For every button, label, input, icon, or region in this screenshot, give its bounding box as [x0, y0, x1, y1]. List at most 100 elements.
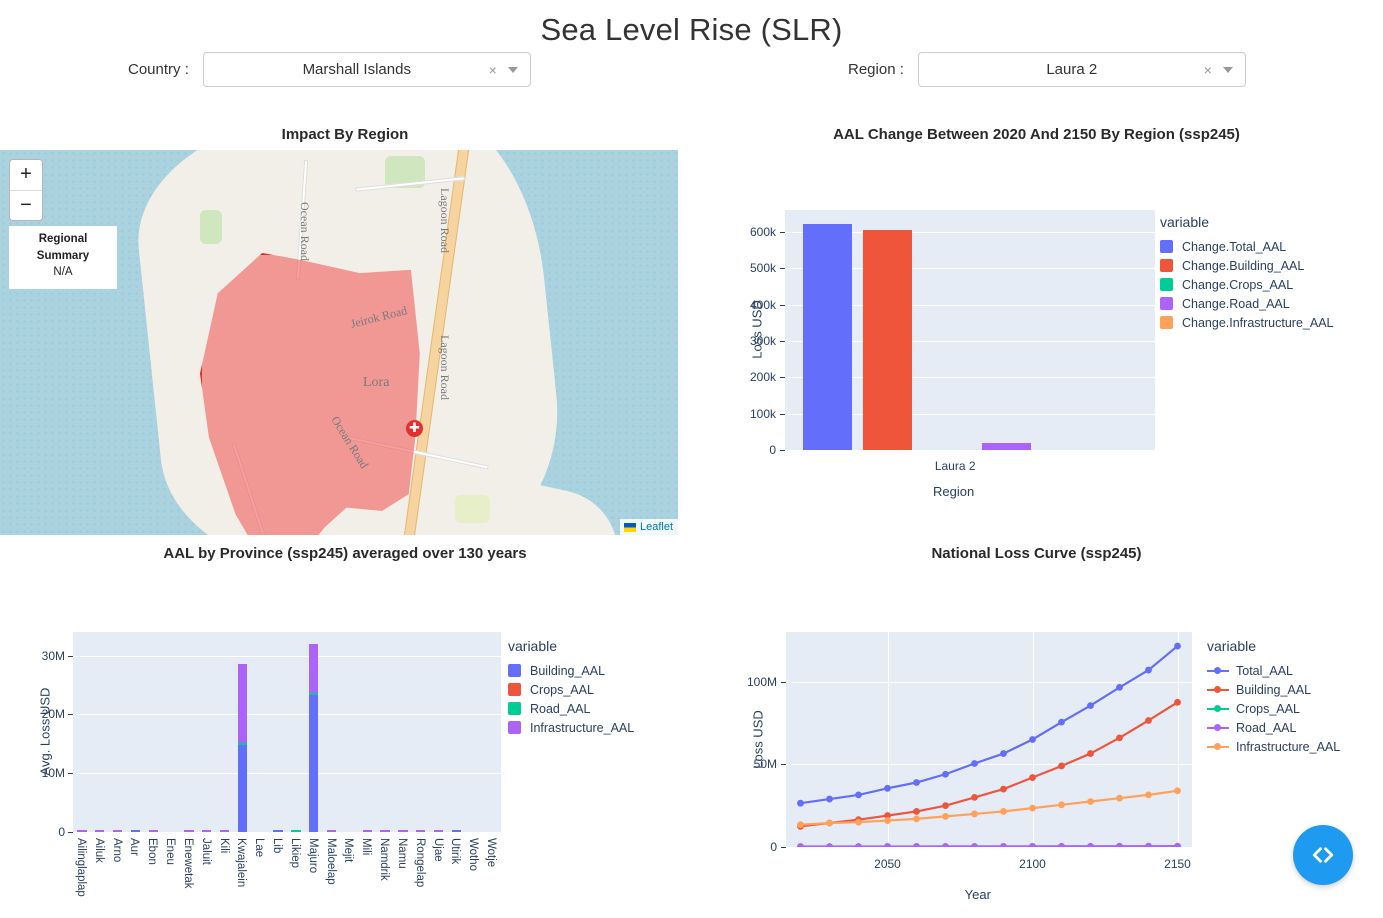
data-point[interactable] [1145, 717, 1152, 724]
legend-item[interactable]: Building_AAL [508, 661, 634, 680]
bar-segment[interactable] [219, 830, 230, 832]
data-point[interactable] [884, 817, 891, 824]
region-clear-icon[interactable]: × [1199, 63, 1217, 77]
data-point[interactable] [826, 843, 833, 847]
data-point[interactable] [1116, 684, 1123, 691]
data-point[interactable] [1087, 750, 1094, 757]
bar-segment[interactable] [184, 830, 194, 832]
data-point[interactable] [826, 819, 833, 827]
legend-item[interactable]: Crops_AAL [508, 680, 634, 699]
legend-item[interactable]: Change.Road_AAL [1160, 294, 1333, 313]
bar-segment[interactable] [291, 830, 301, 832]
data-point[interactable] [971, 760, 978, 767]
data-point[interactable] [913, 808, 920, 815]
data-point[interactable] [942, 770, 949, 778]
data-point[interactable] [1174, 698, 1181, 706]
data-point[interactable] [1000, 842, 1007, 847]
legend-item[interactable]: Road_AAL [1207, 718, 1340, 737]
data-point[interactable] [1145, 666, 1152, 674]
bar-segment[interactable] [130, 830, 141, 832]
legend-item[interactable]: Change.Building_AAL [1160, 256, 1333, 275]
leaflet-link[interactable]: Leaflet [640, 521, 673, 533]
data-point[interactable] [884, 843, 891, 847]
zoom-out-button[interactable]: − [10, 190, 42, 220]
data-point[interactable] [1029, 736, 1036, 743]
bar-segment[interactable] [309, 692, 319, 695]
bar[interactable] [982, 443, 1031, 450]
data-point[interactable] [1000, 785, 1007, 793]
data-point[interactable] [884, 784, 891, 792]
data-point[interactable] [971, 842, 978, 847]
bar-segment[interactable] [326, 830, 337, 832]
data-point[interactable] [1058, 842, 1065, 847]
bar-segment[interactable] [416, 830, 426, 832]
bar[interactable] [862, 230, 912, 450]
bar-segment[interactable] [112, 830, 123, 832]
data-point[interactable] [913, 779, 920, 786]
data-point[interactable] [1029, 774, 1036, 781]
bar-segment[interactable] [237, 744, 248, 832]
data-point[interactable] [855, 818, 862, 826]
bar-segment[interactable] [380, 830, 390, 832]
data-point[interactable] [1029, 804, 1036, 812]
selected-region-polygon[interactable] [200, 253, 420, 535]
data-point[interactable] [1174, 642, 1181, 650]
bar[interactable] [803, 223, 852, 450]
data-point[interactable] [797, 843, 804, 847]
bar-segment[interactable] [237, 664, 248, 744]
data-point[interactable] [1145, 842, 1152, 847]
data-point[interactable] [1116, 842, 1123, 847]
legend-item[interactable]: Change.Total_AAL [1160, 237, 1333, 256]
code-icon-button[interactable] [1293, 825, 1353, 885]
chevron-down-icon[interactable] [507, 66, 518, 73]
bar-segment[interactable] [202, 830, 212, 832]
data-point[interactable] [855, 843, 862, 847]
line-series[interactable] [800, 701, 1179, 828]
bar-segment[interactable] [362, 830, 372, 832]
chevron-down-icon[interactable] [1222, 66, 1233, 73]
bar-segment[interactable] [309, 694, 319, 832]
data-point[interactable] [1145, 791, 1152, 799]
legend-item[interactable]: Crops_AAL [1207, 699, 1340, 718]
data-point[interactable] [1087, 702, 1094, 709]
data-point[interactable] [1116, 794, 1123, 802]
country-clear-icon[interactable]: × [484, 63, 502, 77]
legend-item[interactable]: Road_AAL [508, 699, 634, 718]
data-point[interactable] [1029, 842, 1036, 847]
data-point[interactable] [942, 813, 949, 820]
data-point[interactable] [913, 815, 920, 823]
legend-item[interactable]: Change.Infrastructure_AAL [1160, 313, 1333, 332]
data-point[interactable] [942, 802, 949, 810]
data-point[interactable] [1000, 808, 1007, 815]
map-zoom-controls[interactable]: + − [9, 159, 43, 221]
data-point[interactable] [1058, 762, 1065, 770]
legend-item[interactable]: Building_AAL [1207, 680, 1340, 699]
bar-segment[interactable] [95, 830, 105, 832]
bar-segment[interactable] [237, 742, 248, 745]
data-point[interactable] [1174, 787, 1181, 795]
bar-segment[interactable] [309, 643, 319, 693]
legend-item[interactable]: Infrastructure_AAL [1207, 737, 1340, 756]
data-point[interactable] [971, 793, 978, 801]
data-point[interactable] [913, 843, 920, 847]
bar-segment[interactable] [398, 830, 408, 832]
legend-item[interactable]: Infrastructure_AAL [508, 718, 634, 737]
bar-segment[interactable] [433, 830, 444, 832]
region-select[interactable]: Laura 2 × [917, 52, 1246, 87]
data-point[interactable] [1087, 798, 1094, 805]
data-point[interactable] [1087, 842, 1094, 847]
data-point[interactable] [826, 795, 833, 803]
data-point[interactable] [797, 799, 804, 807]
line-series[interactable] [800, 645, 1179, 805]
data-point[interactable] [797, 821, 804, 829]
leaflet-map[interactable]: ✚ Ocean Road Lagoon Road Jeirok Road Lor… [0, 150, 678, 535]
legend-item[interactable]: Total_AAL [1207, 661, 1340, 680]
region-marker-icon[interactable]: ✚ [406, 420, 423, 437]
data-point[interactable] [855, 791, 862, 799]
country-select[interactable]: Marshall Islands × [202, 52, 531, 87]
data-point[interactable] [1058, 801, 1065, 809]
bar-segment[interactable] [148, 830, 158, 832]
map-attribution[interactable]: Leaflet [619, 519, 678, 535]
data-point[interactable] [1000, 750, 1007, 757]
data-point[interactable] [1058, 718, 1065, 726]
